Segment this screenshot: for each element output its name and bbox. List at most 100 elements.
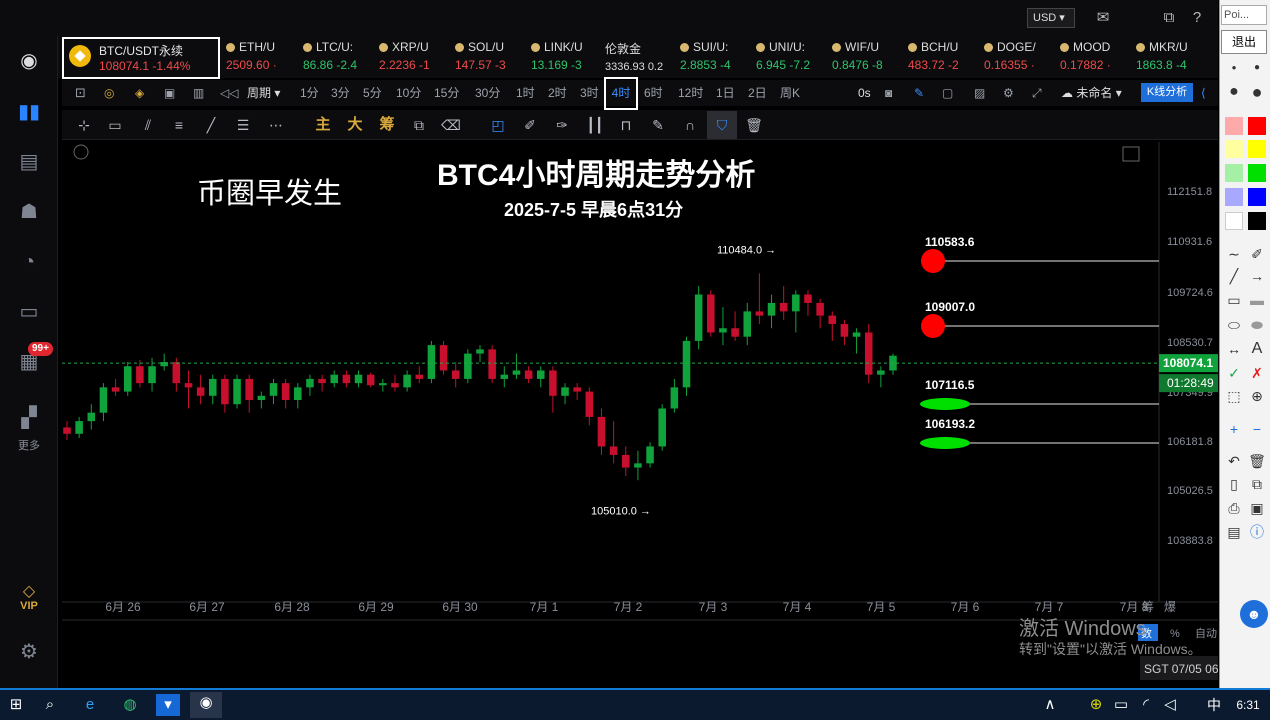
candle-body[interactable]	[330, 374, 339, 384]
candle-body[interactable]	[609, 446, 618, 455]
candle-body[interactable]	[694, 294, 703, 341]
alert-icon[interactable]: ◈	[135, 84, 144, 102]
timeframe-option[interactable]: 2时	[548, 84, 567, 102]
ruler-icon[interactable]: ▭	[104, 114, 126, 136]
candle-body[interactable]	[536, 370, 545, 379]
robot-icon[interactable]: ☗	[14, 197, 44, 227]
hlines-icon[interactable]: ≡	[168, 114, 190, 136]
erase-icon[interactable]: ⌫	[440, 114, 462, 136]
more-label[interactable]: 更多	[14, 437, 44, 453]
candle-body[interactable]	[111, 387, 120, 392]
palette-exit-button[interactable]: 退出	[1221, 30, 1267, 54]
candle-body[interactable]	[476, 349, 484, 354]
kline-analysis-button[interactable]: K线分析	[1141, 83, 1193, 102]
candle-body[interactable]	[743, 311, 752, 337]
line-tool-icon[interactable]: ╱	[200, 114, 222, 136]
trend-lines-icon[interactable]: ⫽	[137, 114, 159, 136]
filled-rect-tool-icon[interactable]: ▬	[1247, 290, 1267, 310]
swatch-yellow[interactable]	[1248, 140, 1266, 158]
candle-body[interactable]	[366, 374, 375, 386]
tray-expand-icon[interactable]: ∧	[1038, 694, 1062, 716]
candle-body[interactable]	[621, 454, 630, 468]
candle-body[interactable]	[767, 302, 776, 316]
help-icon[interactable]: ?	[1186, 8, 1208, 28]
more-tools-icon[interactable]: ⋯	[265, 114, 287, 136]
swatch-light-green[interactable]	[1225, 164, 1243, 182]
candle-body[interactable]	[755, 311, 764, 316]
calendar-icon[interactable]: ▣	[164, 84, 175, 102]
candle-body[interactable]	[682, 340, 691, 388]
zoom-in-icon[interactable]: ⊕	[1247, 386, 1267, 406]
trading-app-taskbar-icon[interactable]: ◉	[190, 692, 222, 718]
timeframe-option[interactable]: 周K	[780, 84, 800, 102]
ticker-item[interactable]: SOL/U 147.57 -3	[455, 40, 531, 72]
taskbar-search-icon[interactable]: ⌕	[38, 694, 62, 716]
crosshair-icon[interactable]: ⊹	[73, 114, 95, 136]
market-chart-icon[interactable]: ▮▮	[14, 97, 44, 127]
info-icon[interactable]: ⓘ	[1247, 522, 1267, 542]
candle-body[interactable]	[464, 353, 472, 379]
compare-icon[interactable]: ⧉	[408, 114, 430, 136]
candle-body[interactable]	[573, 387, 581, 392]
candle-body[interactable]	[852, 332, 861, 337]
candle-body[interactable]	[148, 366, 156, 384]
volume-icon[interactable]: ◁	[1158, 694, 1182, 716]
battery-icon[interactable]: ▭	[1109, 694, 1133, 716]
timeframe-option[interactable]: 10分	[396, 84, 421, 102]
trash-icon[interactable]: 🗑	[743, 114, 765, 136]
swatch-green[interactable]	[1248, 164, 1266, 182]
candle-body[interactable]	[233, 378, 241, 405]
candle-body[interactable]	[306, 378, 314, 388]
candle-body[interactable]	[549, 370, 557, 396]
double-arrow-icon[interactable]: ↔	[1224, 339, 1244, 359]
candle-body[interactable]	[379, 383, 387, 386]
candle-body[interactable]	[391, 383, 399, 388]
settings-gear-icon[interactable]: ⚙	[14, 637, 44, 667]
save-icon[interactable]: ▣	[1247, 498, 1267, 518]
candle-body[interactable]	[597, 416, 606, 447]
cross-icon[interactable]: ✗	[1247, 363, 1267, 383]
timeframe-4h-active[interactable]: 4时	[604, 77, 638, 110]
undo-icon[interactable]: ↶	[1224, 451, 1244, 471]
edit-note-icon[interactable]: ✎	[647, 114, 669, 136]
candle-body[interactable]	[634, 463, 642, 468]
swatch-red[interactable]	[1248, 117, 1266, 135]
currency-select[interactable]: USD ▾	[1027, 8, 1075, 28]
taskbar-clock[interactable]: 6:31	[1232, 694, 1264, 716]
candle-body[interactable]	[585, 391, 594, 417]
timeframe-option[interactable]: 30分	[475, 84, 500, 102]
candle-body[interactable]	[512, 370, 521, 375]
app-blue-icon[interactable]: ▾	[156, 694, 180, 716]
swatch-light-red[interactable]	[1225, 117, 1243, 135]
edge-browser-icon[interactable]: e	[78, 694, 102, 716]
dot-xlarge-icon[interactable]: ●	[1247, 82, 1267, 102]
image-icon[interactable]: ▤	[1224, 522, 1244, 542]
tray-app-icon[interactable]: ⊕	[1084, 694, 1108, 716]
select-icon[interactable]: ◰	[487, 114, 509, 136]
ticker-item[interactable]: LTC/U: 86.86 -2.4	[303, 40, 379, 72]
mail-icon[interactable]: ✉	[1092, 8, 1114, 28]
candle-body[interactable]	[877, 370, 885, 375]
candle-body[interactable]	[488, 349, 496, 379]
candle-body[interactable]	[281, 383, 290, 401]
layout-name-dropdown[interactable]: ☁ 未命名 ▾	[1061, 84, 1122, 102]
ticker-item[interactable]: UNI/U: 6.945 -7.2	[756, 40, 832, 72]
minus-icon[interactable]: −	[1247, 419, 1267, 439]
ticker-item[interactable]: SUI/U: 2.8853 -4	[680, 40, 756, 72]
timeframe-option[interactable]: 6时	[644, 84, 663, 102]
candle-body[interactable]	[658, 408, 666, 447]
popout-icon[interactable]: ⧉	[1158, 8, 1180, 28]
swatch-black[interactable]	[1248, 212, 1266, 230]
swatch-white[interactable]	[1225, 212, 1243, 230]
analysis-icon[interactable]: ◔	[14, 247, 44, 277]
ticker-item[interactable]: MOOD 0.17882 ·	[1060, 40, 1136, 72]
candle-body[interactable]	[342, 374, 351, 384]
text-tool-icon[interactable]: A	[1247, 339, 1267, 359]
candle-body[interactable]	[816, 302, 824, 316]
wallet-icon[interactable]: ▭	[14, 297, 44, 327]
candle-body[interactable]	[415, 374, 424, 379]
candle-body[interactable]	[719, 328, 727, 333]
highlighter-icon[interactable]: ✑	[551, 114, 573, 136]
ticker-item[interactable]: MKR/U 1863.8 -4	[1136, 40, 1212, 72]
candle-body[interactable]	[245, 378, 253, 401]
